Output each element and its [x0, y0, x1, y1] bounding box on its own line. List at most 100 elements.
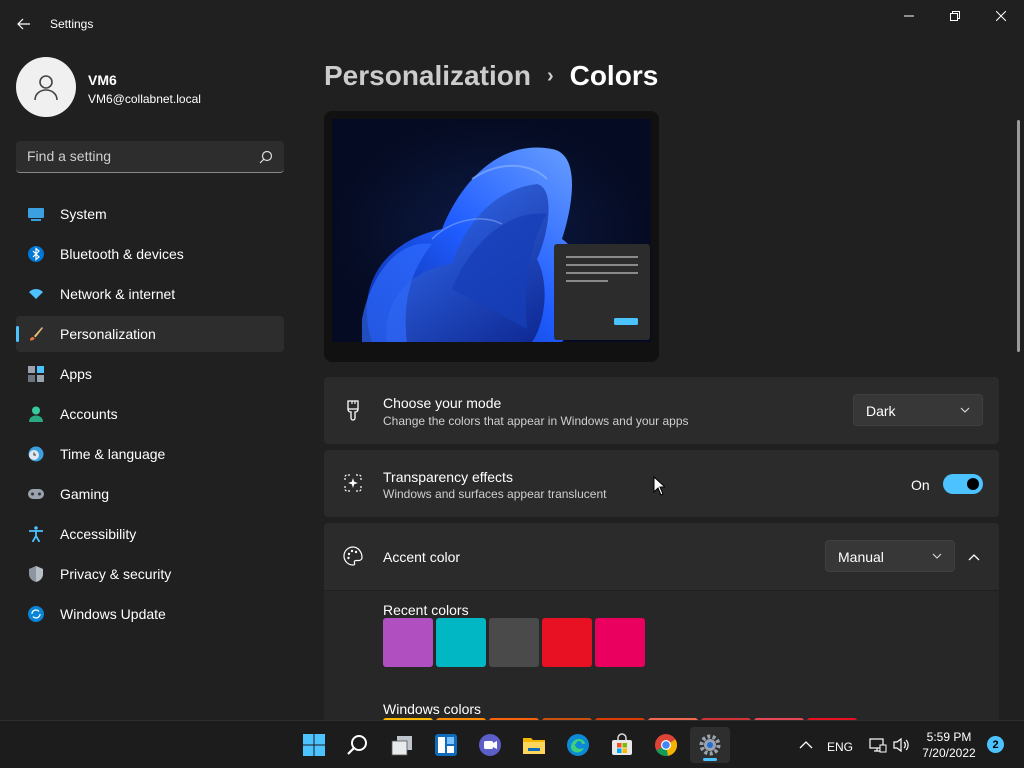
breadcrumb: Personalization › Colors	[324, 58, 658, 94]
scrollbar-thumb[interactable]	[1017, 120, 1020, 352]
transparency-toggle[interactable]	[943, 474, 983, 494]
sidebar-item-label: Gaming	[60, 486, 110, 502]
sidebar-item-system[interactable]: System	[16, 196, 284, 232]
mode-dropdown[interactable]: Dark	[853, 394, 983, 426]
mouse-cursor-icon	[653, 476, 665, 496]
app-title: Settings	[50, 17, 94, 31]
sidebar-item-windows-update[interactable]: Windows Update	[16, 596, 284, 632]
clock-globe-icon	[28, 446, 44, 462]
toggle-knob	[967, 478, 979, 490]
apps-icon	[28, 366, 44, 382]
chat-button[interactable]	[470, 727, 510, 763]
transparency-state-label: On	[911, 477, 930, 493]
chevron-down-icon	[960, 407, 970, 413]
sidebar-item-time-language[interactable]: Time & language	[16, 436, 284, 472]
monitor-icon	[28, 208, 44, 221]
search-box[interactable]	[16, 141, 284, 173]
show-hidden-icons-button[interactable]	[796, 735, 816, 755]
recent-color-swatch[interactable]	[383, 618, 433, 667]
settings-taskbar-button[interactable]	[690, 727, 730, 763]
network-icon	[869, 738, 887, 753]
sidebar-item-gaming[interactable]: Gaming	[16, 476, 284, 512]
transparency-sparkle-icon	[344, 474, 362, 492]
minimize-button[interactable]	[886, 4, 932, 28]
accent-dropdown[interactable]: Manual	[825, 540, 955, 572]
mode-title: Choose your mode	[383, 395, 502, 411]
chevron-up-icon[interactable]	[966, 549, 982, 565]
page-title: Colors	[569, 60, 659, 91]
sidebar-item-label: System	[60, 206, 107, 222]
sidebar-item-network[interactable]: Network & internet	[16, 276, 284, 312]
restore-icon	[950, 11, 960, 21]
widgets-button[interactable]	[426, 727, 466, 763]
network-tray-button[interactable]	[868, 735, 888, 755]
edge-button[interactable]	[558, 727, 598, 763]
bluetooth-icon	[28, 246, 44, 262]
windows-start-icon	[303, 734, 325, 756]
search-icon	[347, 735, 367, 755]
chrome-button[interactable]	[646, 727, 686, 763]
task-view-icon	[391, 736, 412, 756]
accent-color-panel: Recent colors Windows colors	[324, 591, 999, 721]
person-icon	[29, 406, 43, 422]
store-icon	[612, 733, 632, 755]
sidebar-item-label: Apps	[60, 366, 92, 382]
sidebar-item-accounts[interactable]: Accounts	[16, 396, 284, 432]
title-bar: Settings	[0, 0, 1024, 48]
close-icon	[996, 11, 1006, 21]
file-explorer-button[interactable]	[514, 727, 554, 763]
sidebar-item-label: Bluetooth & devices	[60, 246, 184, 262]
search-icon	[259, 150, 273, 164]
gamepad-icon	[28, 489, 44, 499]
recent-color-swatch[interactable]	[436, 618, 486, 667]
wallpaper-preview	[332, 119, 651, 342]
taskbar-search-button[interactable]	[338, 727, 378, 763]
task-view-button[interactable]	[382, 727, 422, 763]
clock-date: 7/20/2022	[922, 746, 976, 760]
search-input[interactable]	[16, 141, 246, 171]
teams-chat-icon	[479, 734, 501, 756]
volume-tray-button[interactable]	[892, 735, 912, 755]
recent-color-swatch[interactable]	[595, 618, 645, 667]
back-button[interactable]	[12, 12, 36, 36]
start-button[interactable]	[294, 727, 334, 763]
recent-colors-row	[383, 618, 645, 667]
chevron-down-icon	[932, 553, 942, 559]
store-button[interactable]	[602, 727, 642, 763]
breadcrumb-separator: ›	[546, 64, 554, 87]
sidebar-item-personalization[interactable]: Personalization	[16, 316, 284, 352]
minimize-icon	[904, 15, 914, 17]
sidebar-item-bluetooth[interactable]: Bluetooth & devices	[16, 236, 284, 272]
person-avatar-icon	[34, 75, 58, 101]
settings-icon	[699, 734, 721, 756]
mode-selected-value: Dark	[866, 403, 896, 419]
transparency-title: Transparency effects	[383, 469, 513, 485]
shield-icon	[29, 566, 43, 582]
clock[interactable]: 5:59 PM 7/20/2022	[914, 729, 984, 761]
sidebar-item-accessibility[interactable]: Accessibility	[16, 516, 284, 552]
sidebar-item-label: Network & internet	[60, 286, 176, 302]
user-profile[interactable]: VM6 VM6@collabnet.local	[16, 57, 296, 117]
preview-window-lines	[566, 256, 638, 325]
edge-icon	[567, 734, 589, 756]
sidebar-item-privacy[interactable]: Privacy & security	[16, 556, 284, 592]
language-indicator[interactable]: ENG	[827, 737, 853, 757]
sidebar-item-label: Windows Update	[60, 606, 166, 622]
recent-color-swatch[interactable]	[489, 618, 539, 667]
sidebar-item-label: Accessibility	[60, 526, 137, 542]
close-button[interactable]	[978, 4, 1024, 28]
sidebar-item-label: Time & language	[60, 446, 166, 462]
accent-title: Accent color	[383, 549, 461, 565]
sidebar-item-apps[interactable]: Apps	[16, 356, 284, 392]
wifi-icon	[29, 289, 43, 299]
breadcrumb-parent[interactable]: Personalization	[324, 60, 531, 92]
notification-badge[interactable]: 2	[987, 736, 1004, 753]
user-email: VM6@collabnet.local	[88, 92, 201, 106]
windows-colors-label: Windows colors	[383, 701, 482, 717]
transparency-subtitle: Windows and surfaces appear translucent	[383, 487, 607, 501]
sidebar-item-label: Privacy & security	[60, 566, 172, 582]
restore-button[interactable]	[932, 4, 978, 28]
speaker-icon	[893, 737, 909, 753]
paintbrush-icon	[347, 400, 359, 421]
recent-color-swatch[interactable]	[542, 618, 592, 667]
